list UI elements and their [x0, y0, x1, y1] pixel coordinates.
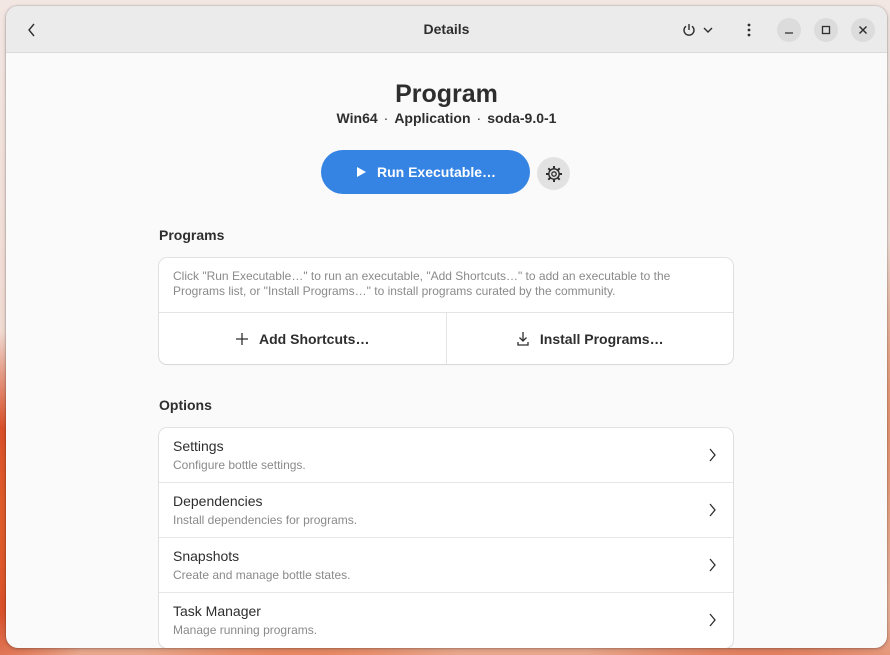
options-card: Settings Configure bottle settings. Depe…	[159, 428, 733, 648]
option-title: Settings	[173, 438, 224, 454]
subtitle-separator: ·	[383, 110, 389, 126]
programs-card: Click "Run Executable…" to run an execut…	[159, 258, 733, 364]
chevron-right-icon	[709, 448, 716, 462]
add-shortcuts-label: Add Shortcuts…	[259, 330, 370, 347]
minimize-button[interactable]	[777, 18, 801, 42]
close-button[interactable]	[851, 18, 875, 42]
maximize-icon	[821, 25, 831, 35]
programs-section-title: Programs	[159, 227, 225, 243]
chevron-right-icon	[709, 503, 716, 517]
main-menu-button[interactable]	[736, 16, 762, 44]
close-icon	[859, 26, 867, 34]
programs-description: Click "Run Executable…" to run an execut…	[173, 269, 671, 298]
power-icon	[683, 24, 695, 36]
subtitle-separator: ·	[476, 110, 482, 126]
power-menu-button[interactable]	[676, 16, 720, 44]
chevron-down-icon	[703, 27, 713, 33]
option-subtitle: Manage running programs.	[173, 623, 318, 637]
vertical-dots-icon	[747, 23, 751, 37]
plus-icon	[236, 332, 249, 345]
option-row-dependencies[interactable]: Dependencies Install dependencies for pr…	[159, 483, 733, 538]
option-row-snapshots[interactable]: Snapshots Create and manage bottle state…	[159, 538, 733, 593]
options-section-title: Options	[159, 397, 212, 413]
minimize-icon	[785, 32, 793, 34]
run-executable-label: Run Executable…	[376, 164, 497, 180]
architecture-label: Win64	[336, 110, 378, 126]
programs-actions: Add Shortcuts… Install Programs…	[159, 312, 733, 364]
runner-label: soda-9.0-1	[487, 110, 557, 126]
details-content: Program Win64 · Application · soda-9.0-1 Run…	[6, 53, 887, 648]
option-row-settings[interactable]: Settings Configure bottle settings.	[159, 428, 733, 483]
chevron-right-icon	[709, 558, 716, 572]
run-options-button[interactable]	[537, 157, 570, 190]
bottle-subtitle: Win64 · Application · soda-9.0-1	[6, 110, 887, 126]
download-icon	[517, 331, 529, 346]
details-window: Details Program Win64 · Application · so…	[6, 6, 887, 648]
option-title: Task Manager	[173, 603, 261, 619]
option-subtitle: Configure bottle settings.	[173, 458, 306, 472]
header-bar: Details	[6, 6, 887, 53]
option-row-task-manager[interactable]: Task Manager Manage running programs.	[159, 593, 733, 648]
maximize-button[interactable]	[814, 18, 838, 42]
chevron-right-icon	[709, 613, 716, 627]
environment-label: Application	[394, 110, 471, 126]
option-subtitle: Install dependencies for programs.	[173, 513, 358, 527]
install-programs-label: Install Programs…	[539, 330, 664, 347]
option-title: Dependencies	[173, 493, 263, 509]
option-subtitle: Create and manage bottle states.	[173, 568, 351, 582]
add-shortcuts-button[interactable]: Add Shortcuts…	[159, 313, 446, 364]
install-programs-button[interactable]: Install Programs…	[445, 313, 734, 364]
page-title: Program	[395, 80, 498, 108]
play-icon	[356, 167, 366, 177]
gear-icon	[545, 165, 562, 182]
run-executable-button[interactable]: Run Executable…	[321, 150, 530, 194]
option-title: Snapshots	[173, 548, 240, 564]
